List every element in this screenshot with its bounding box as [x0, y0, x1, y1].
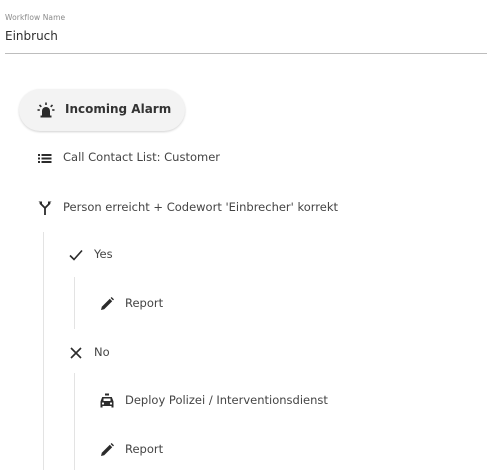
workflow-name-label: Workflow Name	[5, 13, 66, 22]
step-report-no-label: Report	[125, 442, 164, 456]
incoming-alarm-trigger[interactable]: Incoming Alarm	[19, 89, 185, 131]
step-condition[interactable]: Person erreicht + Codewort 'Einbrecher' …	[37, 198, 397, 218]
step-deploy[interactable]: Deploy Polizei / Interventionsdienst	[99, 391, 379, 411]
tree-guide-line-no	[74, 373, 75, 470]
pencil-icon	[99, 296, 115, 312]
alarm-light-icon	[37, 102, 55, 118]
step-call-contact-list[interactable]: Call Contact List: Customer	[37, 148, 297, 168]
branch-yes-label: Yes	[94, 247, 113, 261]
car-icon	[99, 393, 115, 409]
incoming-alarm-label: Incoming Alarm	[65, 102, 172, 116]
step-report-no[interactable]: Report	[99, 440, 219, 460]
workflow-name-field[interactable]: Workflow Name Einbruch	[5, 13, 487, 54]
step-condition-label: Person erreicht + Codewort 'Einbrecher' …	[63, 200, 339, 214]
tree-guide-line-yes	[74, 277, 75, 329]
list-icon	[37, 150, 53, 166]
branch-icon	[37, 200, 53, 216]
close-icon	[68, 345, 84, 361]
pencil-icon	[99, 442, 115, 458]
branch-no-label: No	[94, 345, 110, 359]
step-report-yes-label: Report	[125, 296, 164, 310]
tree-guide-line-condition	[43, 232, 44, 470]
step-report-yes[interactable]: Report	[99, 294, 219, 314]
step-call-contact-label: Call Contact List: Customer	[63, 150, 221, 164]
workflow-name-input[interactable]: Einbruch	[5, 29, 58, 43]
check-icon	[68, 247, 84, 263]
branch-no[interactable]: No	[68, 343, 148, 363]
step-deploy-label: Deploy Polizei / Interventionsdienst	[125, 393, 328, 407]
branch-yes[interactable]: Yes	[68, 245, 148, 265]
